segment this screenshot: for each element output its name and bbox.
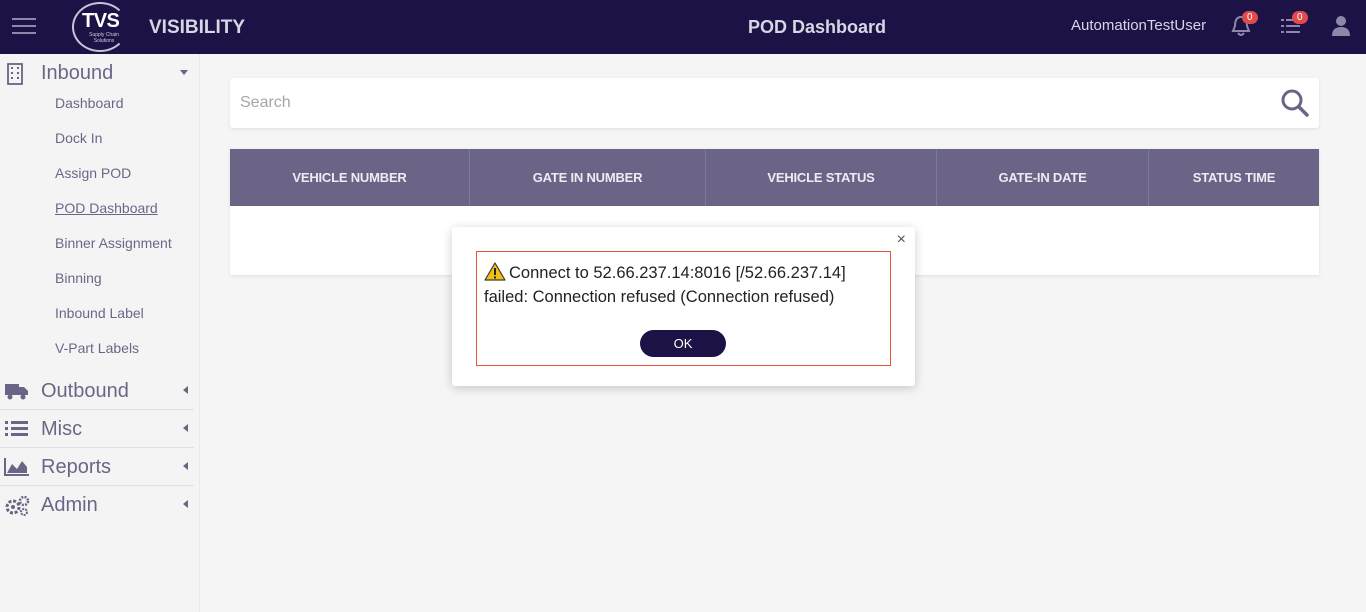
page-title: POD Dashboard — [748, 17, 887, 37]
close-icon[interactable]: × — [897, 231, 906, 249]
top-header: TVS Supply Chain Solutions VISIBILITY PO… — [0, 0, 1366, 54]
task-list-icon[interactable]: 0 — [1280, 11, 1308, 36]
error-message: Connect to 52.66.237.14:8016 [/52.66.237… — [484, 264, 846, 306]
task-badge: 0 — [1292, 11, 1308, 24]
app-name: VISIBILITY — [149, 17, 246, 38]
user-profile-icon[interactable] — [1332, 15, 1350, 37]
error-message-box: Connect to 52.66.237.14:8016 [/52.66.237… — [476, 251, 891, 366]
menu-toggle-icon[interactable] — [12, 18, 36, 36]
username[interactable]: AutomationTestUser — [1071, 17, 1206, 34]
ok-button[interactable]: OK — [640, 330, 726, 357]
tvs-logo: TVS Supply Chain Solutions — [72, 2, 128, 52]
bell-icon[interactable]: 0 — [1230, 11, 1258, 38]
notification-badge: 0 — [1242, 11, 1258, 24]
error-dialog: × Connect to 52.66.237.14:8016 [/52.66.2… — [452, 227, 915, 386]
